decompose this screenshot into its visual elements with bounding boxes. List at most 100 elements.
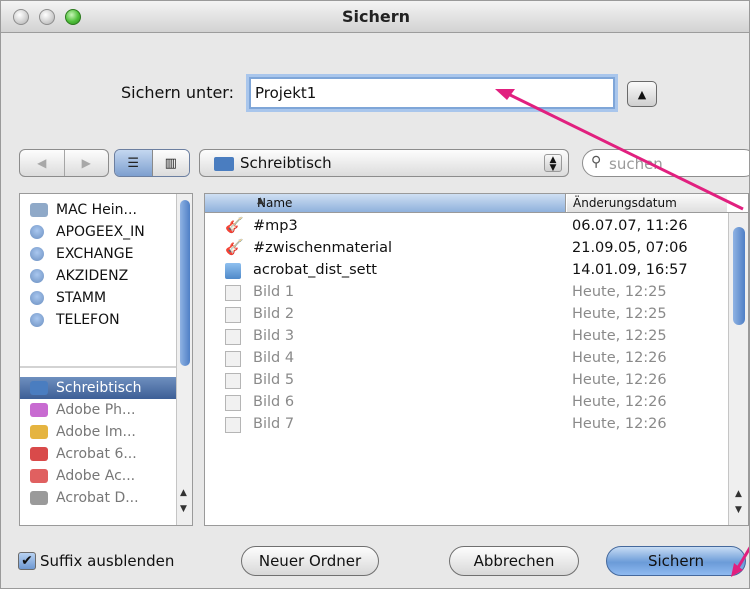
location-popup[interactable]: Schreibtisch ▲ ▼ bbox=[199, 149, 569, 177]
sidebar-item-volume[interactable]: APOGEEX_IN bbox=[20, 221, 176, 243]
acrobat-reader-icon bbox=[30, 469, 48, 483]
save-as-input[interactable] bbox=[249, 77, 615, 109]
sidebar-item-label: EXCHANGE bbox=[56, 246, 134, 262]
cancel-button[interactable]: Abbrechen bbox=[449, 546, 579, 576]
file-name: Bild 6 bbox=[253, 394, 295, 410]
file-list-scrollbar[interactable]: ▲ ▼ bbox=[728, 213, 748, 525]
network-volume-icon bbox=[30, 247, 44, 261]
file-date: Heute, 12:26 bbox=[572, 416, 667, 432]
list-view-icon[interactable]: ☰ bbox=[115, 150, 152, 176]
acrobat-distiller-icon bbox=[30, 491, 48, 505]
back-button[interactable]: ◀ bbox=[20, 150, 64, 176]
save-button[interactable]: Sichern bbox=[606, 546, 746, 576]
save-dialog: Sichern Sichern unter: ▲ ◀ ▶ ☰ ▥ Schreib… bbox=[0, 0, 750, 589]
title-bar: Sichern bbox=[1, 1, 749, 33]
search-icon: ⚲ bbox=[591, 154, 602, 170]
file-row: Bild 6 Heute, 12:26 bbox=[205, 392, 727, 414]
file-row[interactable]: 🎸 #zwischenmaterial 21.09.05, 07:06 bbox=[205, 238, 727, 260]
image-icon bbox=[225, 329, 241, 345]
scroll-down-icon[interactable]: ▼ bbox=[735, 505, 742, 515]
sidebar-item-app[interactable]: Acrobat D... bbox=[20, 487, 176, 509]
network-volume-icon bbox=[30, 291, 44, 305]
column-view-icon[interactable]: ▥ bbox=[151, 150, 189, 176]
search-placeholder: suchen bbox=[609, 155, 663, 173]
image-icon bbox=[225, 417, 241, 433]
file-date: Heute, 12:25 bbox=[572, 306, 667, 322]
sidebar-item-label: AKZIDENZ bbox=[56, 268, 129, 284]
sidebar-scrollbar[interactable]: ▲ ▼ bbox=[176, 194, 192, 525]
network-volume-icon bbox=[30, 269, 44, 283]
file-name: Bild 4 bbox=[253, 350, 295, 366]
file-row[interactable]: 🎸 #mp3 06.07.07, 11:26 bbox=[205, 216, 727, 238]
sidebar-item-volume[interactable]: EXCHANGE bbox=[20, 243, 176, 265]
sidebar-item-computer[interactable]: MAC Hein... bbox=[20, 199, 176, 221]
sidebar-item-app[interactable]: Adobe Ac... bbox=[20, 465, 176, 487]
file-row[interactable]: acrobat_dist_sett 14.01.09, 16:57 bbox=[205, 260, 727, 282]
file-name: Bild 2 bbox=[253, 306, 295, 322]
new-folder-button[interactable]: Neuer Ordner bbox=[241, 546, 379, 576]
search-field[interactable]: ⚲ suchen bbox=[582, 149, 749, 177]
file-row: Bild 3 Heute, 12:25 bbox=[205, 326, 727, 348]
sidebar-item-label: STAMM bbox=[56, 290, 107, 306]
file-date: 06.07.07, 11:26 bbox=[572, 218, 688, 234]
sidebar-item-label: Acrobat 6... bbox=[56, 446, 137, 462]
scroll-up-icon[interactable]: ▲ bbox=[180, 488, 187, 498]
file-list-scroll-thumb[interactable] bbox=[733, 227, 745, 325]
column-header-date[interactable]: Änderungsdatum bbox=[567, 194, 727, 212]
sidebar-item-app[interactable]: Acrobat 6... bbox=[20, 443, 176, 465]
file-name: Bild 7 bbox=[253, 416, 295, 432]
music-icon: 🎸 bbox=[225, 238, 244, 256]
sort-ascending-icon: ▲ bbox=[257, 196, 264, 206]
sidebar-item-label: Schreibtisch bbox=[56, 380, 142, 396]
file-date: Heute, 12:26 bbox=[572, 394, 667, 410]
image-icon bbox=[225, 395, 241, 411]
sidebar-item-label: Acrobat D... bbox=[56, 490, 139, 506]
window-title: Sichern bbox=[341, 7, 410, 26]
file-row: Bild 7 Heute, 12:26 bbox=[205, 414, 727, 436]
sidebar-item-volume[interactable]: AKZIDENZ bbox=[20, 265, 176, 287]
sidebar-item-volume[interactable]: STAMM bbox=[20, 287, 176, 309]
location-label: Schreibtisch bbox=[240, 154, 332, 172]
image-icon bbox=[225, 351, 241, 367]
scroll-down-icon[interactable]: ▼ bbox=[180, 504, 187, 514]
file-date: Heute, 12:25 bbox=[572, 328, 667, 344]
history-navigation: ◀ ▶ bbox=[19, 149, 109, 177]
scroll-up-icon[interactable]: ▲ bbox=[735, 489, 742, 499]
popup-arrows-icon: ▲ ▼ bbox=[544, 154, 562, 173]
image-icon bbox=[225, 373, 241, 389]
file-date: 14.01.09, 16:57 bbox=[572, 262, 688, 278]
sidebar-item-app[interactable]: Adobe Ph... bbox=[20, 399, 176, 421]
triangle-up-icon: ▲ bbox=[637, 87, 647, 101]
sidebar-item-app[interactable]: Adobe Im... bbox=[20, 421, 176, 443]
forward-button[interactable]: ▶ bbox=[63, 150, 109, 176]
imageready-icon bbox=[30, 425, 48, 439]
file-date: Heute, 12:26 bbox=[572, 350, 667, 366]
file-date: Heute, 12:26 bbox=[572, 372, 667, 388]
file-date: Heute, 12:25 bbox=[572, 284, 667, 300]
file-row: Bild 1 Heute, 12:25 bbox=[205, 282, 727, 304]
network-volume-icon bbox=[30, 313, 44, 327]
file-row: Bild 5 Heute, 12:26 bbox=[205, 370, 727, 392]
desktop-icon bbox=[30, 381, 48, 395]
image-icon bbox=[225, 307, 241, 323]
file-name: acrobat_dist_sett bbox=[253, 262, 377, 278]
view-mode-selector: ☰ ▥ bbox=[114, 149, 190, 177]
sidebar-scroll-thumb[interactable] bbox=[180, 200, 190, 366]
network-volume-icon bbox=[30, 225, 44, 239]
save-as-label: Sichern unter: bbox=[121, 83, 234, 102]
file-name: #zwischenmaterial bbox=[253, 240, 392, 256]
desktop-folder-icon bbox=[214, 157, 234, 171]
file-list-header: Name ▲ Änderungsdatum bbox=[205, 194, 748, 213]
sidebar-item-volume[interactable]: TELEFON bbox=[20, 309, 176, 331]
file-name: #mp3 bbox=[253, 218, 298, 234]
sidebar-divider bbox=[20, 366, 176, 368]
sidebar-item-label: Adobe Im... bbox=[56, 424, 136, 440]
hide-extension-label[interactable]: Suffix ausblenden bbox=[40, 552, 174, 570]
column-header-name[interactable]: Name ▲ bbox=[205, 194, 566, 212]
sidebar-item-label: TELEFON bbox=[56, 312, 120, 328]
hide-extension-checkbox[interactable]: ✔ bbox=[18, 552, 36, 570]
sidebar-item-desktop[interactable]: Schreibtisch bbox=[20, 377, 176, 399]
photoshop-icon bbox=[30, 403, 48, 417]
expand-dialog-button[interactable]: ▲ bbox=[627, 81, 657, 107]
file-name: Bild 3 bbox=[253, 328, 295, 344]
